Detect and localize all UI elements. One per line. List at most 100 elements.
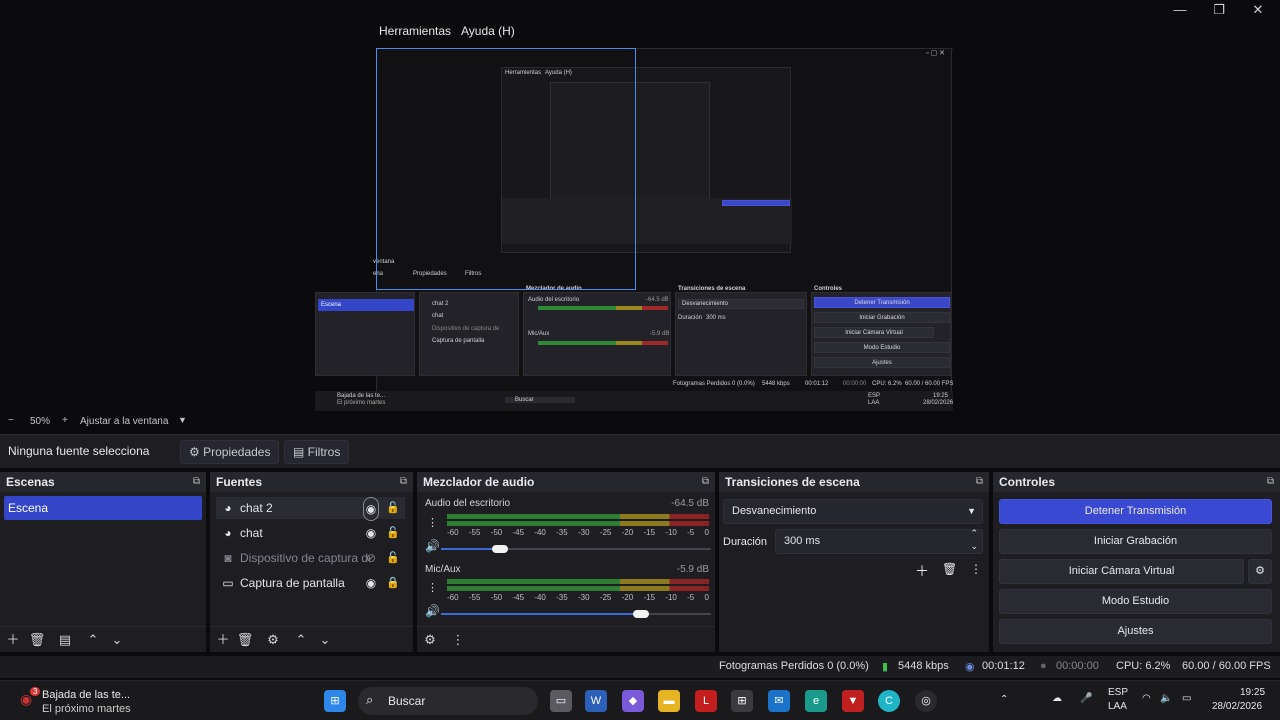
chevron-up-icon[interactable]: ⌃ (84, 631, 102, 649)
store-icon[interactable]: ⊞ (731, 690, 753, 712)
transition-select[interactable]: Desvanecimiento ▼ (723, 499, 983, 524)
unlock-icon[interactable]: 🔓 (385, 522, 401, 544)
kebab-icon[interactable]: ⋮ (427, 516, 438, 529)
start-virtual-cam-button[interactable]: Iniciar Cámara Virtual (999, 559, 1244, 584)
add-icon[interactable]: ＋ (915, 561, 929, 581)
add-icon[interactable]: ＋ (214, 631, 232, 649)
source-row[interactable]: ◕ chat ◉ 🔓 (216, 522, 405, 544)
folder-icon[interactable]: ▬ (658, 690, 680, 712)
battery-icon[interactable]: ▭ (1182, 693, 1191, 704)
mic-icon[interactable]: 🎤 (1080, 693, 1092, 704)
canva-icon[interactable]: C (878, 690, 900, 712)
app-l-icon[interactable]: L (695, 690, 717, 712)
volume-slider[interactable] (441, 613, 641, 615)
mail-icon[interactable]: ✉ (768, 690, 790, 712)
chevron-up-icon[interactable]: ⌃ (292, 631, 310, 649)
task-view-icon[interactable]: ▭ (550, 690, 572, 712)
duration-input[interactable]: 300 ms ⌃ ⌄ (775, 527, 983, 554)
undock-icon[interactable]: ⧉ (193, 472, 200, 492)
clock-time[interactable]: 19:25 (1240, 687, 1265, 698)
edge-icon[interactable]: e (805, 690, 827, 712)
copilot-icon[interactable]: ◆ (622, 690, 644, 712)
zoom-in-button[interactable]: + (62, 415, 68, 426)
settings-button[interactable]: Ajustes (999, 619, 1272, 644)
volume-slider-knob[interactable] (633, 610, 649, 618)
lock-icon[interactable]: 🔒 (385, 572, 401, 594)
nested-menu-1[interactable]: Herramientas (379, 24, 451, 38)
gear-advanced-icon[interactable]: ⚙ (421, 631, 439, 649)
volume-slider-knob[interactable] (492, 545, 508, 553)
add-icon[interactable]: ＋ (4, 631, 22, 649)
nested-scene-item: Escena (318, 299, 414, 311)
zoom-out-button[interactable]: − (8, 415, 14, 426)
source-row[interactable]: ▭ Captura de pantalla ◉ 🔒 (216, 572, 405, 594)
kebab-icon[interactable]: ⋮ (970, 562, 982, 576)
eye-icon[interactable]: ◉ (363, 522, 379, 544)
scene-item-escena[interactable]: Escena (4, 496, 202, 520)
clock-date[interactable]: 28/02/2026 (1212, 701, 1262, 712)
kebab-icon[interactable]: ⋮ (427, 581, 438, 594)
filter-icon[interactable]: ▤ (56, 631, 74, 649)
stepper-icon[interactable]: ⌃ ⌄ (970, 527, 978, 553)
gear-icon[interactable]: ⚙ (264, 631, 282, 649)
news-widget[interactable]: ◉ 3 Bajada de las te... El próximo marte… (14, 687, 134, 717)
chevron-down-icon[interactable]: ⌄ (316, 631, 334, 649)
zoom-fit-select[interactable]: Ajustar a la ventana (80, 416, 168, 427)
lang-top[interactable]: ESP (1108, 687, 1128, 698)
tick-label: -55 (468, 528, 481, 537)
source-label: chat 2 (240, 501, 273, 515)
trash-icon[interactable]: 🗑 (28, 631, 46, 649)
virtual-cam-settings-button[interactable]: ⚙ (1248, 559, 1272, 584)
nested-ctrl-blue (722, 200, 790, 206)
obs-icon[interactable]: ◎ (915, 690, 937, 712)
undock-icon[interactable]: ⧉ (400, 472, 407, 492)
stop-stream-button[interactable]: Detener Transmisión (999, 499, 1272, 524)
speaker-icon[interactable]: 🔊 (425, 539, 440, 553)
meter-ticks: -60 -55 -50 -45 -40 -35 -30 -25 -20 -15 -10 -5 0 (447, 593, 709, 602)
source-row[interactable]: ◙ Dispositivo de captura de ⊘ 🔓 (216, 547, 405, 569)
chevron-up-icon[interactable]: ⌃ (1000, 694, 1008, 705)
word-icon[interactable]: W (585, 690, 607, 712)
undock-icon[interactable]: ⧉ (976, 472, 983, 492)
unlock-icon[interactable]: 🔓 (385, 547, 401, 569)
wifi-icon[interactable]: ◠ (1142, 693, 1151, 704)
filters-button[interactable]: ▤ Filtros (284, 440, 350, 464)
eye-icon[interactable]: ◉ (363, 497, 379, 521)
sources-header: Fuentes ⧉ (210, 472, 413, 492)
undock-icon[interactable]: ⧉ (1267, 472, 1274, 492)
nested-notif-title: Bajada de las te... (337, 393, 386, 399)
gear-icon: ⚙ (1255, 565, 1265, 577)
shield-icon[interactable]: ▼ (842, 690, 864, 712)
source-selection-box[interactable] (376, 48, 636, 290)
speaker-icon[interactable]: 🔊 (425, 604, 440, 618)
cloud-icon[interactable]: ☁ (1052, 693, 1062, 704)
kebab-icon[interactable]: ⋮ (449, 631, 467, 649)
eye-icon[interactable]: ◉ (363, 572, 379, 594)
trash-icon[interactable]: 🗑 (942, 562, 957, 576)
windows-start-icon[interactable]: ⊞ (324, 690, 346, 712)
lang-bottom[interactable]: LAA (1108, 701, 1127, 712)
chevron-down-icon[interactable]: ⌄ (108, 631, 126, 649)
maximize-button[interactable]: ❐ (1199, 0, 1239, 20)
stream-time: 00:01:12 (982, 660, 1025, 672)
close-button[interactable]: ✕ (1238, 0, 1278, 20)
minimize-button[interactable]: — (1160, 0, 1200, 20)
properties-button[interactable]: ⚙ Propiedades (180, 440, 280, 464)
preview-canvas[interactable]: Herramientas Ayuda (H) ▫ ▢ ✕ Herramienta… (0, 24, 1280, 412)
source-row[interactable]: ◕ chat 2 ◉ 🔓 (216, 497, 405, 521)
volume-icon[interactable]: 🔈 (1160, 693, 1172, 704)
studio-mode-button[interactable]: Modo Estudio (999, 589, 1272, 614)
unlock-icon[interactable]: 🔓 (385, 497, 401, 519)
start-recording-button[interactable]: Iniciar Grabación (999, 529, 1272, 554)
tick-label: -25 (599, 528, 612, 537)
transitions-dock: Transiciones de escena ⧉ Desvanecimiento … (719, 472, 989, 652)
nested-menu-2[interactable]: Ayuda (H) (461, 24, 515, 38)
eye-hidden-icon[interactable]: ⊘ (363, 547, 379, 569)
undock-icon[interactable]: ⧉ (702, 472, 709, 492)
chevron-down-icon[interactable]: ▼ (178, 415, 187, 425)
nested-ctrl-1: Iniciar Grabación (814, 312, 950, 323)
trash-icon[interactable]: 🗑 (236, 631, 254, 649)
mixer-header: Mezclador de audio ⧉ (417, 472, 715, 492)
taskbar-search[interactable]: ⌕ Buscar (358, 687, 538, 715)
nested-transition-select: Desvanecimiento (678, 299, 804, 309)
